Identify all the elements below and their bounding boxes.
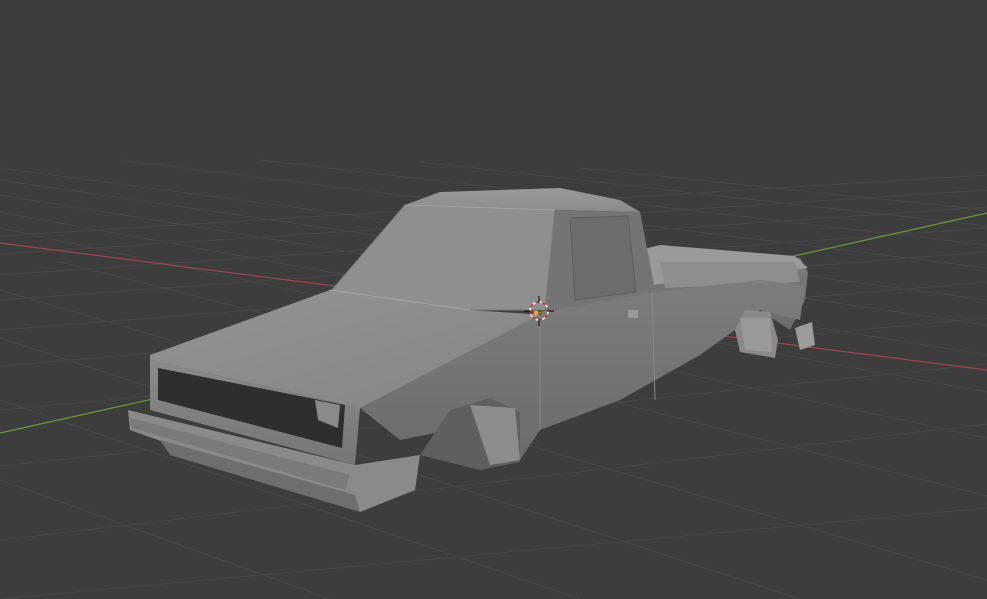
viewport-canvas[interactable] xyxy=(0,0,987,599)
door-handle xyxy=(628,310,638,318)
3d-viewport[interactable] xyxy=(0,0,987,599)
car-body-mesh[interactable] xyxy=(128,188,815,512)
object-origin-icon xyxy=(533,310,539,316)
